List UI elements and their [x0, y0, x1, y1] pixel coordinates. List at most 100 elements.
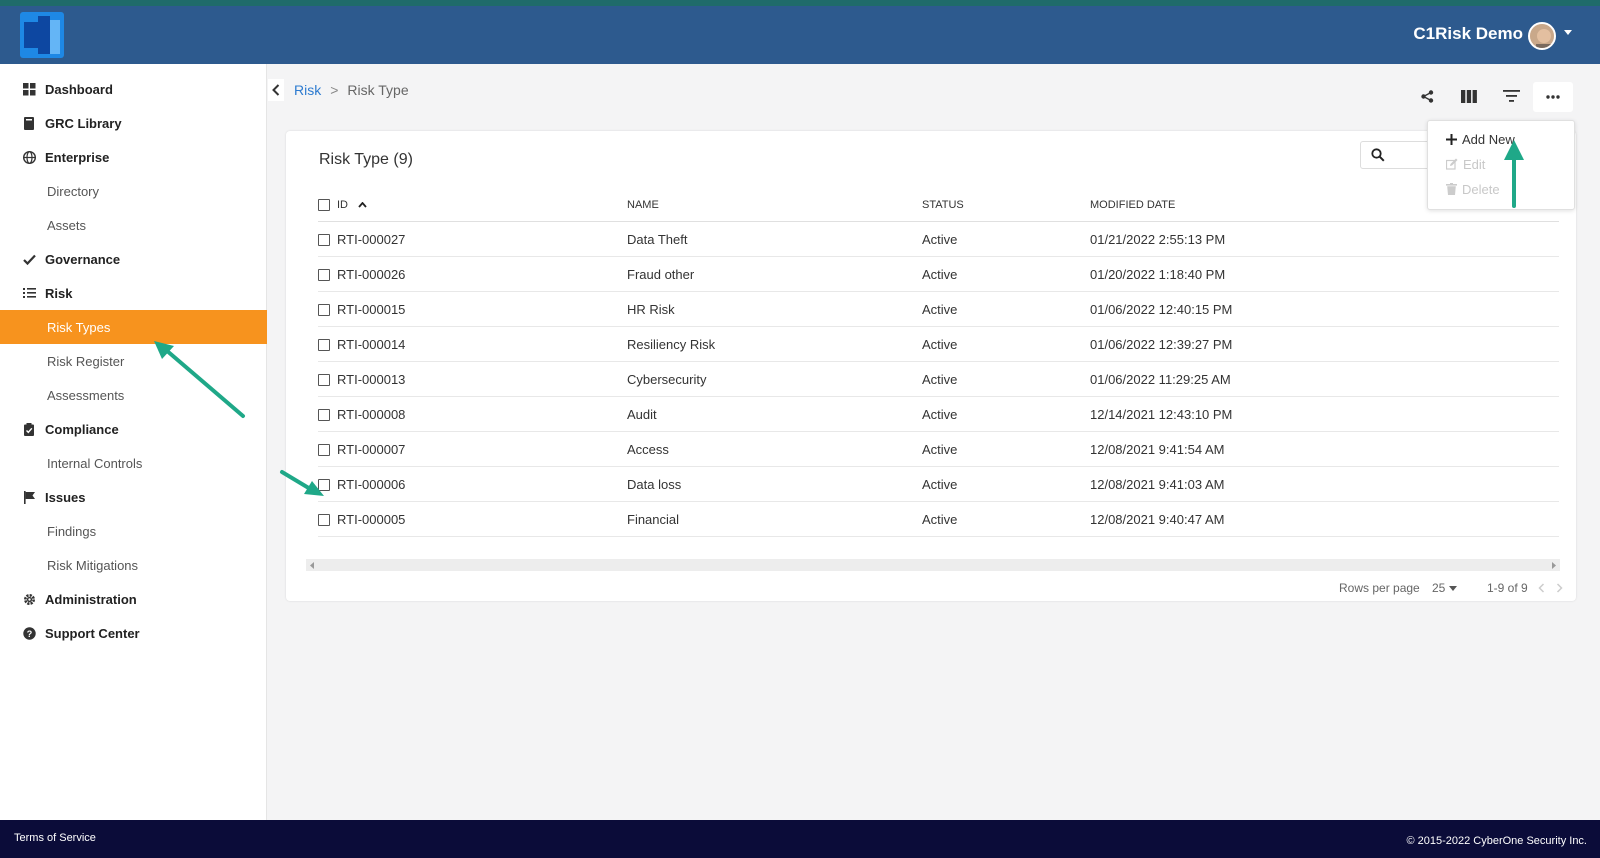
- table-row[interactable]: RTI-000027 Data Theft Active 01/21/2022 …: [318, 222, 1559, 257]
- svg-text:?: ?: [26, 629, 32, 639]
- row-name: Data Theft: [627, 232, 688, 247]
- sidebar-item-dashboard[interactable]: Dashboard: [0, 72, 267, 106]
- sidebar-item-label: GRC Library: [45, 115, 122, 131]
- sidebar-item-assessments[interactable]: Assessments: [0, 378, 267, 412]
- sidebar-item-risk-types[interactable]: Risk Types: [0, 310, 267, 344]
- sidebar-item-label: Risk Register: [47, 353, 125, 369]
- table-row[interactable]: RTI-000026 Fraud other Active 01/20/2022…: [318, 257, 1559, 292]
- table-row[interactable]: RTI-000005 Financial Active 12/08/2021 9…: [318, 502, 1559, 537]
- row-checkbox[interactable]: [318, 432, 330, 467]
- sidebar-item-governance[interactable]: Governance: [0, 242, 267, 276]
- menu-item-edit[interactable]: Edit: [1446, 154, 1485, 174]
- sidebar-item-support-center[interactable]: ? Support Center: [0, 616, 267, 650]
- sidebar-item-label: Dashboard: [45, 81, 113, 97]
- risk-type-card: Risk Type (9) ID NAME STATUS MODIFIED DA…: [286, 131, 1576, 601]
- more-horizontal-icon: [1546, 95, 1560, 99]
- row-id: RTI-000006: [337, 477, 406, 492]
- table-row[interactable]: RTI-000007 Access Active 12/08/2021 9:41…: [318, 432, 1559, 467]
- sidebar-item-risk-register[interactable]: Risk Register: [0, 344, 267, 378]
- row-name: Fraud other: [627, 267, 695, 282]
- row-checkbox[interactable]: [318, 467, 330, 502]
- row-modified-date: 01/06/2022 12:39:27 PM: [1090, 337, 1233, 352]
- terms-of-service-link[interactable]: Terms of Service: [14, 832, 96, 844]
- row-name: Cybersecurity: [627, 372, 707, 387]
- column-header-status[interactable]: STATUS: [922, 188, 964, 222]
- sidebar-item-risk[interactable]: Risk: [0, 276, 267, 310]
- sidebar-item-enterprise[interactable]: Enterprise: [0, 140, 267, 174]
- share-icon: [1420, 89, 1433, 103]
- share-button[interactable]: [1413, 82, 1441, 110]
- column-header-name[interactable]: NAME: [627, 188, 659, 222]
- flag-icon: [22, 490, 36, 504]
- scroll-right-icon[interactable]: [1551, 561, 1556, 569]
- menu-item-add-new[interactable]: Add New: [1446, 129, 1515, 149]
- row-name: Audit: [627, 407, 657, 422]
- sidebar-item-label: Risk Mitigations: [47, 557, 139, 573]
- sidebar-item-directory[interactable]: Directory: [0, 174, 267, 208]
- row-checkbox[interactable]: [318, 502, 330, 537]
- sidebar-item-internal-controls[interactable]: Internal Controls: [0, 446, 267, 480]
- row-checkbox[interactable]: [318, 222, 330, 257]
- rows-per-page-value: 25: [1432, 581, 1446, 595]
- search-icon: [1371, 148, 1385, 162]
- sidebar-item-label: Administration: [45, 591, 137, 607]
- breadcrumb-link-risk[interactable]: Risk: [294, 82, 321, 98]
- more-options-menu: Add New Edit Delete: [1427, 120, 1575, 210]
- table-row[interactable]: RTI-000014 Resiliency Risk Active 01/06/…: [318, 327, 1559, 362]
- sidebar-item-label: Risk Types: [47, 319, 111, 335]
- prev-page-button[interactable]: [1538, 577, 1545, 599]
- row-modified-date: 12/08/2021 9:41:54 AM: [1090, 442, 1225, 457]
- row-checkbox[interactable]: [318, 257, 330, 292]
- sidebar-item-issues[interactable]: Issues: [0, 480, 267, 514]
- table-row[interactable]: RTI-000006 Data loss Active 12/08/2021 9…: [318, 467, 1559, 502]
- filter-button[interactable]: [1497, 82, 1525, 110]
- row-id: RTI-000026: [337, 267, 406, 282]
- app-logo-icon[interactable]: [20, 12, 64, 58]
- row-modified-date: 12/14/2021 12:43:10 PM: [1090, 407, 1233, 422]
- sidebar-item-risk-mitigations[interactable]: Risk Mitigations: [0, 548, 267, 582]
- sidebar-item-label: Support Center: [45, 625, 140, 641]
- clipboard-icon: [22, 422, 36, 436]
- next-page-button[interactable]: [1556, 577, 1563, 599]
- select-all-checkbox[interactable]: [318, 188, 330, 222]
- sidebar-item-grc-library[interactable]: GRC Library: [0, 106, 267, 140]
- book-icon: [22, 116, 36, 130]
- user-menu-caret-icon[interactable]: [1564, 30, 1572, 35]
- row-checkbox[interactable]: [318, 327, 330, 362]
- row-modified-date: 12/08/2021 9:40:47 AM: [1090, 512, 1225, 527]
- row-status: Active: [922, 372, 958, 387]
- rows-per-page-select[interactable]: 25: [1432, 577, 1458, 599]
- row-id: RTI-000007: [337, 442, 406, 457]
- row-checkbox[interactable]: [318, 362, 330, 397]
- menu-item-delete[interactable]: Delete: [1446, 179, 1500, 199]
- table-row[interactable]: RTI-000013 Cybersecurity Active 01/06/20…: [318, 362, 1559, 397]
- columns-button[interactable]: [1455, 82, 1483, 110]
- sidebar-item-label: Risk: [45, 285, 73, 301]
- table-row[interactable]: RTI-000015 HR Risk Active 01/06/2022 12:…: [318, 292, 1559, 327]
- row-checkbox[interactable]: [318, 292, 330, 327]
- sidebar-item-compliance[interactable]: Compliance: [0, 412, 267, 446]
- horizontal-scrollbar[interactable]: [306, 559, 1560, 571]
- more-options-button[interactable]: [1533, 82, 1573, 112]
- row-checkbox[interactable]: [318, 397, 330, 432]
- user-name[interactable]: C1Risk Demo: [1413, 24, 1523, 44]
- column-header-modified-date[interactable]: MODIFIED DATE: [1090, 188, 1175, 222]
- sidebar-item-findings[interactable]: Findings: [0, 514, 267, 548]
- user-avatar[interactable]: [1528, 22, 1556, 50]
- sidebar-item-administration[interactable]: Administration: [0, 582, 267, 616]
- sort-ascending-icon: [358, 202, 367, 208]
- filter-icon: [1502, 90, 1520, 102]
- sidebar-item-assets[interactable]: Assets: [0, 208, 267, 242]
- avatar-face-icon: [1530, 24, 1554, 48]
- edit-icon: [1446, 158, 1458, 170]
- table-row[interactable]: RTI-000008 Audit Active 12/14/2021 12:43…: [318, 397, 1559, 432]
- globe-icon: [22, 150, 36, 164]
- row-status: Active: [922, 337, 958, 352]
- chevron-left-icon: [1538, 583, 1545, 593]
- sidebar-item-label: Internal Controls: [47, 455, 143, 471]
- column-header-id[interactable]: ID: [337, 188, 367, 222]
- back-button[interactable]: [268, 79, 284, 101]
- row-status: Active: [922, 477, 958, 492]
- row-name: Data loss: [627, 477, 682, 492]
- scroll-left-icon[interactable]: [310, 561, 315, 569]
